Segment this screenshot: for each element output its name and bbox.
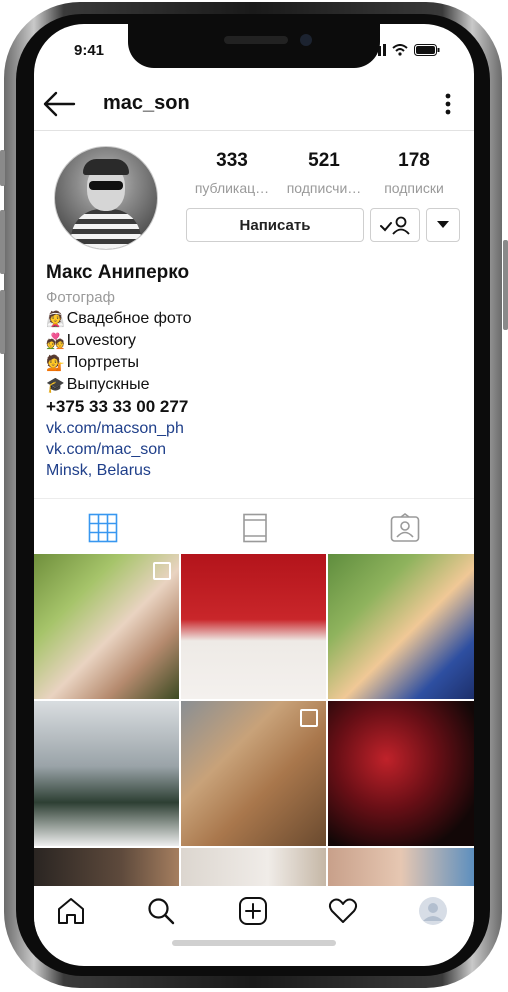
following-button[interactable] <box>370 208 420 242</box>
home-icon[interactable] <box>56 896 86 926</box>
battery-icon <box>414 44 440 56</box>
wifi-icon <box>392 44 408 56</box>
photo-grid <box>34 554 474 888</box>
stat-posts[interactable]: 333 публикац… <box>186 150 278 196</box>
grid-photo[interactable] <box>181 848 326 888</box>
tagged-icon[interactable] <box>390 513 420 543</box>
volume-down-button <box>0 290 5 354</box>
grid-photo[interactable] <box>181 701 326 846</box>
multiple-photos-icon <box>153 562 171 580</box>
bio-text: Свадебное фото <box>66 310 192 327</box>
more-options-icon[interactable] <box>444 92 452 116</box>
bio-text: Портреты <box>66 354 140 371</box>
speaker <box>224 36 288 44</box>
back-arrow-icon[interactable] <box>42 90 76 118</box>
activity-icon[interactable] <box>328 896 358 926</box>
person-emoji-icon: 💁 <box>46 355 65 372</box>
bio-line: 💁 Портреты <box>46 354 466 372</box>
stat-following[interactable]: 178 подписки <box>368 150 460 196</box>
category-label: Фотограф <box>46 289 115 306</box>
grid-photo[interactable] <box>328 554 474 699</box>
notch <box>128 24 380 68</box>
message-button[interactable]: Написать <box>186 208 364 242</box>
front-camera <box>300 34 312 46</box>
following-label: подписки <box>384 180 444 196</box>
multiple-photos-icon <box>300 709 318 727</box>
profile-icon[interactable] <box>418 896 448 926</box>
home-indicator[interactable] <box>172 940 336 946</box>
bio-link[interactable]: vk.com/mac_son <box>46 441 466 459</box>
grid-photo[interactable] <box>328 848 474 888</box>
profile-header: mac_son <box>34 80 474 131</box>
power-button <box>503 240 508 330</box>
bio-text: Выпускные <box>66 376 150 393</box>
mute-switch <box>0 150 5 186</box>
user-check-icon <box>380 216 410 235</box>
grid-photo[interactable] <box>34 848 179 888</box>
graduation-emoji-icon: 🎓 <box>46 377 65 394</box>
posts-label: публикац… <box>194 180 270 196</box>
grid-photo[interactable] <box>34 554 179 699</box>
avatar[interactable] <box>54 146 158 250</box>
bio-text: Lovestory <box>66 332 137 349</box>
grid-photo[interactable] <box>34 701 179 846</box>
following-count: 178 <box>398 150 430 171</box>
bio-link[interactable]: vk.com/macson_ph <box>46 420 466 438</box>
suggestions-dropdown-button[interactable] <box>426 208 460 242</box>
volume-up-button <box>0 210 5 274</box>
full-name: Макс Аниперко <box>46 262 190 283</box>
grid-photo[interactable] <box>328 701 474 846</box>
location-link[interactable]: Minsk, Belarus <box>46 462 466 480</box>
bottom-navigation <box>34 886 474 936</box>
phone-screen: 9:41 mac_son 333 публикац… 521 подписчи…… <box>34 24 474 966</box>
profile-tabs <box>34 498 474 555</box>
followers-label: подписчи… <box>286 180 362 196</box>
status-time: 9:41 <box>74 42 105 59</box>
bio-line: 🎓 Выпускные <box>46 376 466 394</box>
grid-icon[interactable] <box>88 513 118 543</box>
new-post-icon[interactable] <box>238 896 268 926</box>
bride-emoji-icon: 👰 <box>46 311 65 328</box>
caret-down-icon <box>437 221 449 228</box>
search-icon[interactable] <box>146 896 176 926</box>
stat-followers[interactable]: 521 подписчи… <box>278 150 370 196</box>
feed-icon[interactable] <box>240 513 270 543</box>
username: mac_son <box>103 92 190 114</box>
posts-count: 333 <box>216 150 248 171</box>
grid-photo[interactable] <box>181 554 326 699</box>
bio: Макс Аниперко Фотограф 👰 Свадебное фото … <box>46 262 466 480</box>
followers-count: 521 <box>308 150 340 171</box>
couple-emoji-icon: 💑 <box>46 333 65 350</box>
bio-line: 👰 Свадебное фото <box>46 310 466 328</box>
bio-line: 💑 Lovestory <box>46 332 466 350</box>
phone-number[interactable]: +375 33 33 00 277 <box>46 397 466 417</box>
